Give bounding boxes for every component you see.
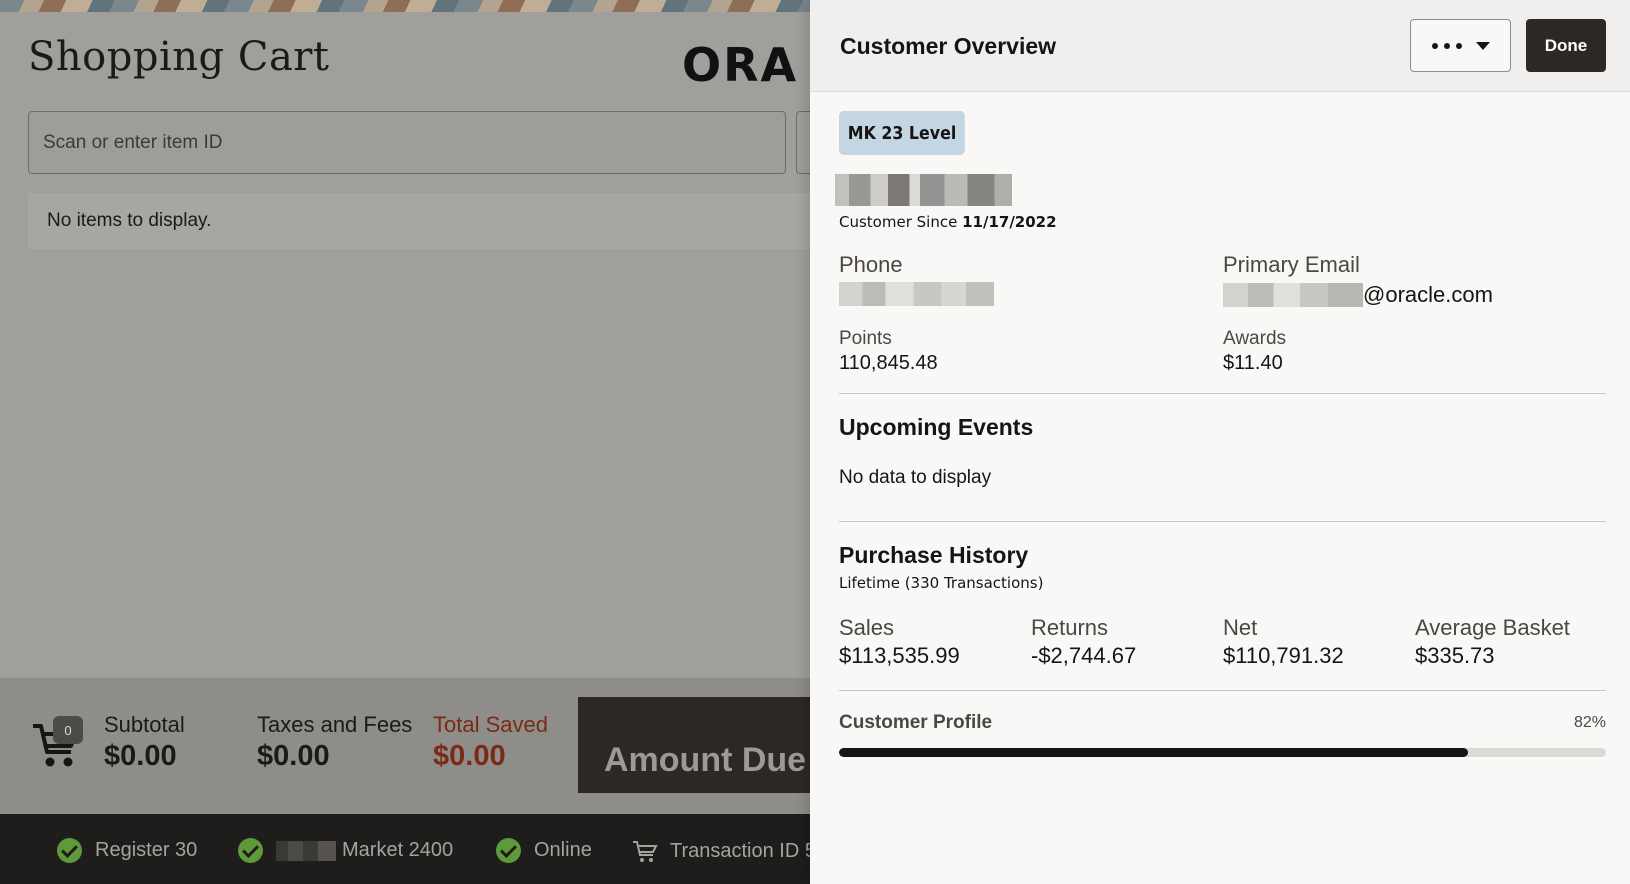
- market-label: Market 2400: [342, 839, 454, 861]
- total-saved-label: Total Saved: [433, 712, 548, 737]
- email-redacted: [1223, 283, 1363, 307]
- more-dots-icon: [1431, 42, 1462, 49]
- customer-since-label: Customer Since: [839, 213, 958, 231]
- taxes-label: Taxes and Fees: [257, 712, 413, 737]
- status-transaction: Transaction ID 5: [632, 838, 816, 864]
- customer-profile-percent: 82%: [1573, 714, 1606, 731]
- customer-profile-label: Customer Profile: [839, 712, 993, 733]
- total-saved-value: $0.00: [433, 740, 506, 772]
- history-net: Net $110,791.32: [1223, 615, 1344, 669]
- points-value: 110,845.48: [839, 352, 938, 374]
- header-banner-image: [0, 0, 810, 12]
- scan-item-input[interactable]: [28, 111, 786, 174]
- loyalty-level-badge: MK 23 Level: [839, 111, 966, 155]
- check-circle-icon: [496, 838, 521, 863]
- register-label: Register 30: [95, 839, 198, 861]
- divider: [839, 393, 1606, 394]
- transaction-label: Transaction ID 5: [670, 839, 816, 862]
- phone-label: Phone: [839, 252, 903, 277]
- drawer-header: Customer Overview Done: [810, 0, 1630, 92]
- subtotal-value: $0.00: [104, 740, 177, 772]
- awards-label: Awards: [1223, 328, 1287, 349]
- customer-overview-drawer: Customer Overview Done MK 23 Level Custo…: [810, 0, 1630, 884]
- subtotal-label: Subtotal: [104, 712, 185, 737]
- history-value: $113,535.99: [839, 643, 960, 668]
- customer-profile-progress-fill: [839, 748, 1468, 757]
- customer-since: Customer Since 11/17/2022: [839, 213, 1057, 231]
- customer-profile-progress: [839, 748, 1606, 757]
- customer-name-redacted: [835, 174, 1012, 206]
- more-actions-button[interactable]: [1410, 19, 1511, 72]
- history-sales: Sales $113,535.99: [839, 615, 960, 669]
- upcoming-events-title: Upcoming Events: [839, 414, 1034, 440]
- cart-empty-message: No items to display.: [28, 193, 818, 249]
- history-label: Returns: [1031, 615, 1109, 640]
- customer-since-date: 11/17/2022: [962, 213, 1057, 231]
- phone-redacted: [839, 282, 994, 306]
- history-value: -$2,744.67: [1031, 643, 1137, 668]
- total-saved-block: Total Saved $0.00: [433, 712, 548, 773]
- redacted-text: [276, 840, 336, 861]
- points-field: Points 110,845.48: [839, 328, 938, 375]
- email-domain: @oracle.com: [1363, 282, 1493, 307]
- history-average-basket: Average Basket $335.73: [1415, 615, 1570, 669]
- upcoming-events-empty: No data to display: [839, 467, 992, 488]
- purchase-history-title: Purchase History: [839, 542, 1029, 568]
- page-title: Shopping Cart: [28, 34, 330, 80]
- chevron-down-icon: [1475, 41, 1490, 50]
- status-register: Register 30: [57, 838, 197, 863]
- history-label: Net: [1223, 615, 1258, 640]
- divider: [839, 521, 1606, 522]
- taxes-value: $0.00: [257, 740, 330, 772]
- check-circle-icon: [57, 838, 82, 863]
- cart-outline-icon: [633, 841, 658, 862]
- cart-count-badge: 0: [53, 716, 83, 744]
- phone-field: Phone: [839, 252, 994, 306]
- oracle-logo: ORA: [682, 38, 799, 92]
- status-online: Online: [496, 838, 592, 863]
- divider: [839, 690, 1606, 691]
- awards-value: $11.40: [1223, 352, 1283, 374]
- history-label: Sales: [839, 615, 895, 640]
- email-label: Primary Email: [1223, 252, 1360, 277]
- points-label: Points: [839, 328, 892, 349]
- amount-due-button[interactable]: Amount Due: [578, 697, 818, 793]
- history-value: $110,791.32: [1223, 643, 1344, 668]
- taxes-block: Taxes and Fees $0.00: [257, 712, 412, 773]
- subtotal-block: Subtotal $0.00: [104, 712, 185, 773]
- awards-field: Awards $11.40: [1223, 328, 1286, 375]
- purchase-history-subtitle: Lifetime (330 Transactions): [839, 574, 1044, 592]
- done-button[interactable]: Done: [1526, 19, 1606, 72]
- history-label: Average Basket: [1415, 615, 1570, 640]
- status-market: Market 2400: [238, 838, 453, 863]
- history-value: $335.73: [1415, 643, 1495, 668]
- history-returns: Returns -$2,744.67: [1031, 615, 1136, 669]
- drawer-title: Customer Overview: [840, 33, 1057, 59]
- online-label: Online: [534, 839, 592, 861]
- email-field: Primary Email @oracle.com: [1223, 252, 1493, 308]
- check-circle-icon: [238, 838, 263, 863]
